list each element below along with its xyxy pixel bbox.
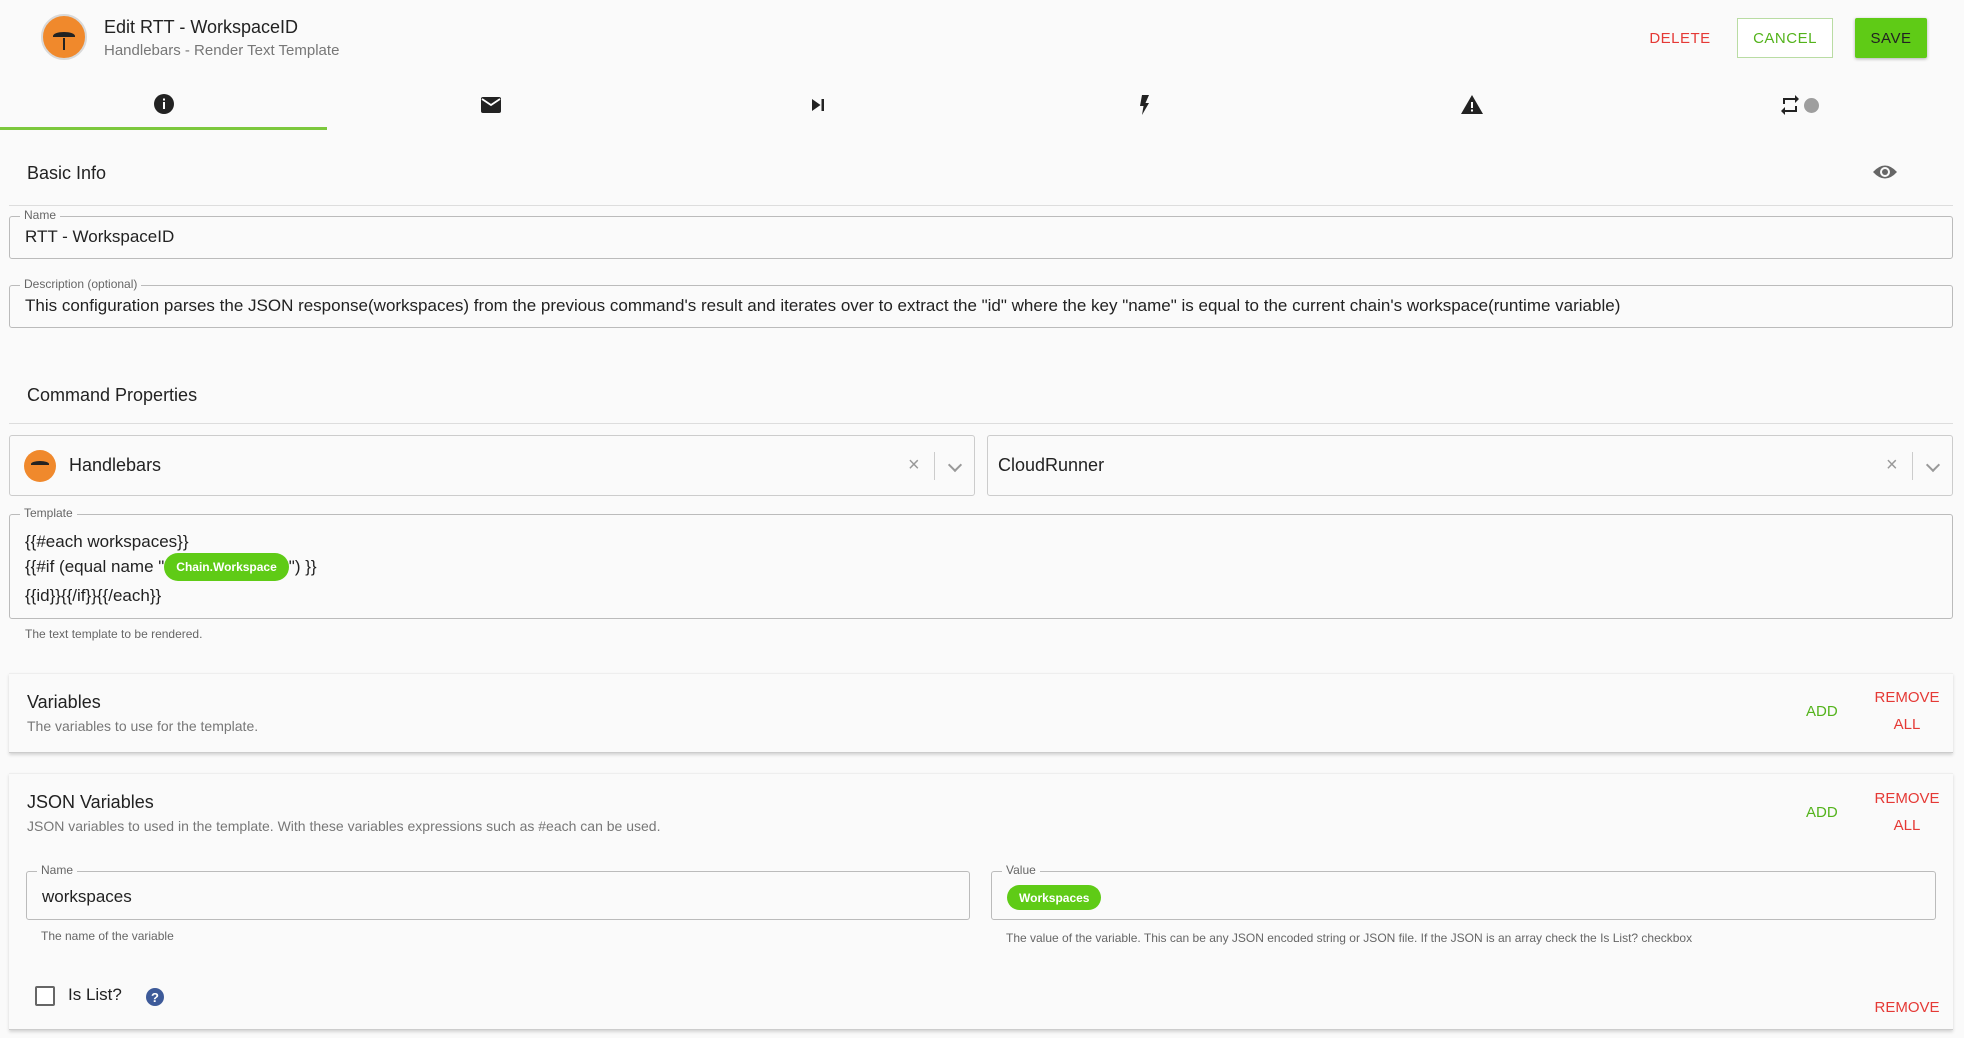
tab-triggers[interactable]: [981, 80, 1308, 130]
variables-title: Variables: [27, 692, 101, 712]
name-field-label: Name: [20, 208, 61, 222]
json-variable-value-field[interactable]: Value Workspaces: [991, 863, 1936, 920]
json-variables-card: JSON Variables JSON variables to used in…: [9, 773, 1953, 1030]
runner-select-value: CloudRunner: [998, 455, 1105, 475]
name-field-value[interactable]: RTT - WorkspaceID: [25, 227, 174, 247]
json-variable-name-help: The name of the variable: [41, 929, 174, 943]
template-line-2-suffix: ") }}: [288, 557, 317, 576]
page-title: Edit RTT - WorkspaceID: [104, 17, 299, 37]
basic-info-title: Basic Info: [27, 163, 107, 183]
template-line-1: {{#each workspaces}}: [25, 532, 189, 551]
template-help-text: The text template to be rendered.: [25, 627, 203, 641]
runner-select[interactable]: CloudRunner ×: [987, 435, 1953, 496]
json-variables-subtitle: JSON variables to used in the template. …: [27, 818, 661, 834]
lightning-icon: [1139, 95, 1149, 115]
chevron-down-icon[interactable]: [947, 457, 963, 473]
clear-icon[interactable]: ×: [908, 454, 920, 477]
json-variable-name-label: Name: [37, 863, 78, 877]
repeat-icon: [1781, 95, 1799, 115]
json-variable-value-label: Value: [1002, 863, 1040, 877]
tab-basic-info[interactable]: [0, 80, 327, 130]
eye-icon[interactable]: [1872, 162, 1898, 182]
name-field[interactable]: Name RTT - WorkspaceID: [9, 208, 1953, 259]
select-separator: [1912, 452, 1913, 480]
variables-card: Variables The variables to use for the t…: [9, 673, 1953, 753]
tab-repeat[interactable]: [1635, 80, 1962, 130]
template-field-label: Template: [20, 506, 77, 520]
json-variable-value-help: The value of the variable. This can be a…: [1006, 931, 1693, 945]
page-subtitle: Handlebars - Render Text Template: [104, 42, 340, 59]
info-icon: [153, 93, 174, 114]
template-field[interactable]: Template {{#each workspaces}} {{#if (equ…: [9, 506, 1953, 619]
description-field-value[interactable]: This configuration parses the JSON respo…: [25, 296, 1620, 316]
is-list-label: Is List?: [68, 985, 122, 1004]
tab-mail[interactable]: [327, 80, 654, 130]
handlebars-icon: [24, 450, 56, 482]
save-button[interactable]: SAVE: [1855, 18, 1927, 58]
chain-workspace-chip[interactable]: Chain.Workspace: [164, 553, 289, 581]
json-variable-name-field[interactable]: Name workspaces: [26, 863, 970, 920]
mail-icon: [480, 97, 501, 113]
warning-icon: [1460, 95, 1483, 114]
skip-next-icon: [811, 99, 824, 111]
help-icon[interactable]: ?: [146, 988, 164, 1006]
remove-all-line-2: ALL: [1893, 817, 1921, 834]
template-line-3: {{id}}{{/if}}{{/each}}: [25, 586, 162, 605]
delete-button[interactable]: DELETE: [1640, 18, 1720, 58]
template-line-2-prefix: {{#if (equal name ": [25, 557, 165, 576]
remove-all-line-1: REMOVE: [1874, 790, 1940, 807]
description-field[interactable]: Description (optional) This configuratio…: [9, 277, 1953, 328]
clear-icon[interactable]: ×: [1886, 454, 1898, 477]
divider: [9, 423, 1953, 424]
cancel-button[interactable]: CANCEL: [1737, 18, 1833, 58]
tab-next[interactable]: [654, 80, 981, 130]
tab-bar: [0, 80, 1964, 130]
remove-json-variable-button[interactable]: REMOVE: [1867, 999, 1947, 1016]
remove-all-line-2: ALL: [1893, 716, 1921, 733]
is-list-checkbox[interactable]: [35, 986, 55, 1006]
add-json-variable-button[interactable]: ADD: [1806, 804, 1838, 821]
chevron-down-icon[interactable]: [1925, 457, 1941, 473]
workspaces-chip[interactable]: Workspaces: [1007, 885, 1102, 910]
json-variables-title: JSON Variables: [27, 792, 154, 812]
header: Edit RTT - WorkspaceID Handlebars - Rend…: [0, 0, 1964, 78]
add-variable-button[interactable]: ADD: [1806, 703, 1838, 720]
handlebars-logo-icon: [41, 14, 87, 60]
status-dot-icon: [1804, 97, 1819, 113]
json-variable-name-value[interactable]: workspaces: [42, 887, 132, 907]
select-separator: [934, 452, 935, 480]
command-properties-title: Command Properties: [27, 385, 198, 405]
variables-subtitle: The variables to use for the template.: [27, 718, 259, 734]
description-field-label: Description (optional): [20, 277, 142, 291]
remove-all-variables-button[interactable]: REMOVE ALL: [1867, 689, 1947, 733]
command-select-value: Handlebars: [69, 455, 162, 475]
divider: [9, 205, 1953, 206]
command-select[interactable]: Handlebars ×: [9, 435, 975, 496]
template-line-2: {{#if (equal name " Chain.Workspace ") }…: [25, 553, 317, 581]
tab-warnings[interactable]: [1308, 80, 1635, 130]
remove-all-json-variables-button[interactable]: REMOVE ALL: [1867, 790, 1947, 834]
remove-all-line-1: REMOVE: [1874, 689, 1940, 706]
